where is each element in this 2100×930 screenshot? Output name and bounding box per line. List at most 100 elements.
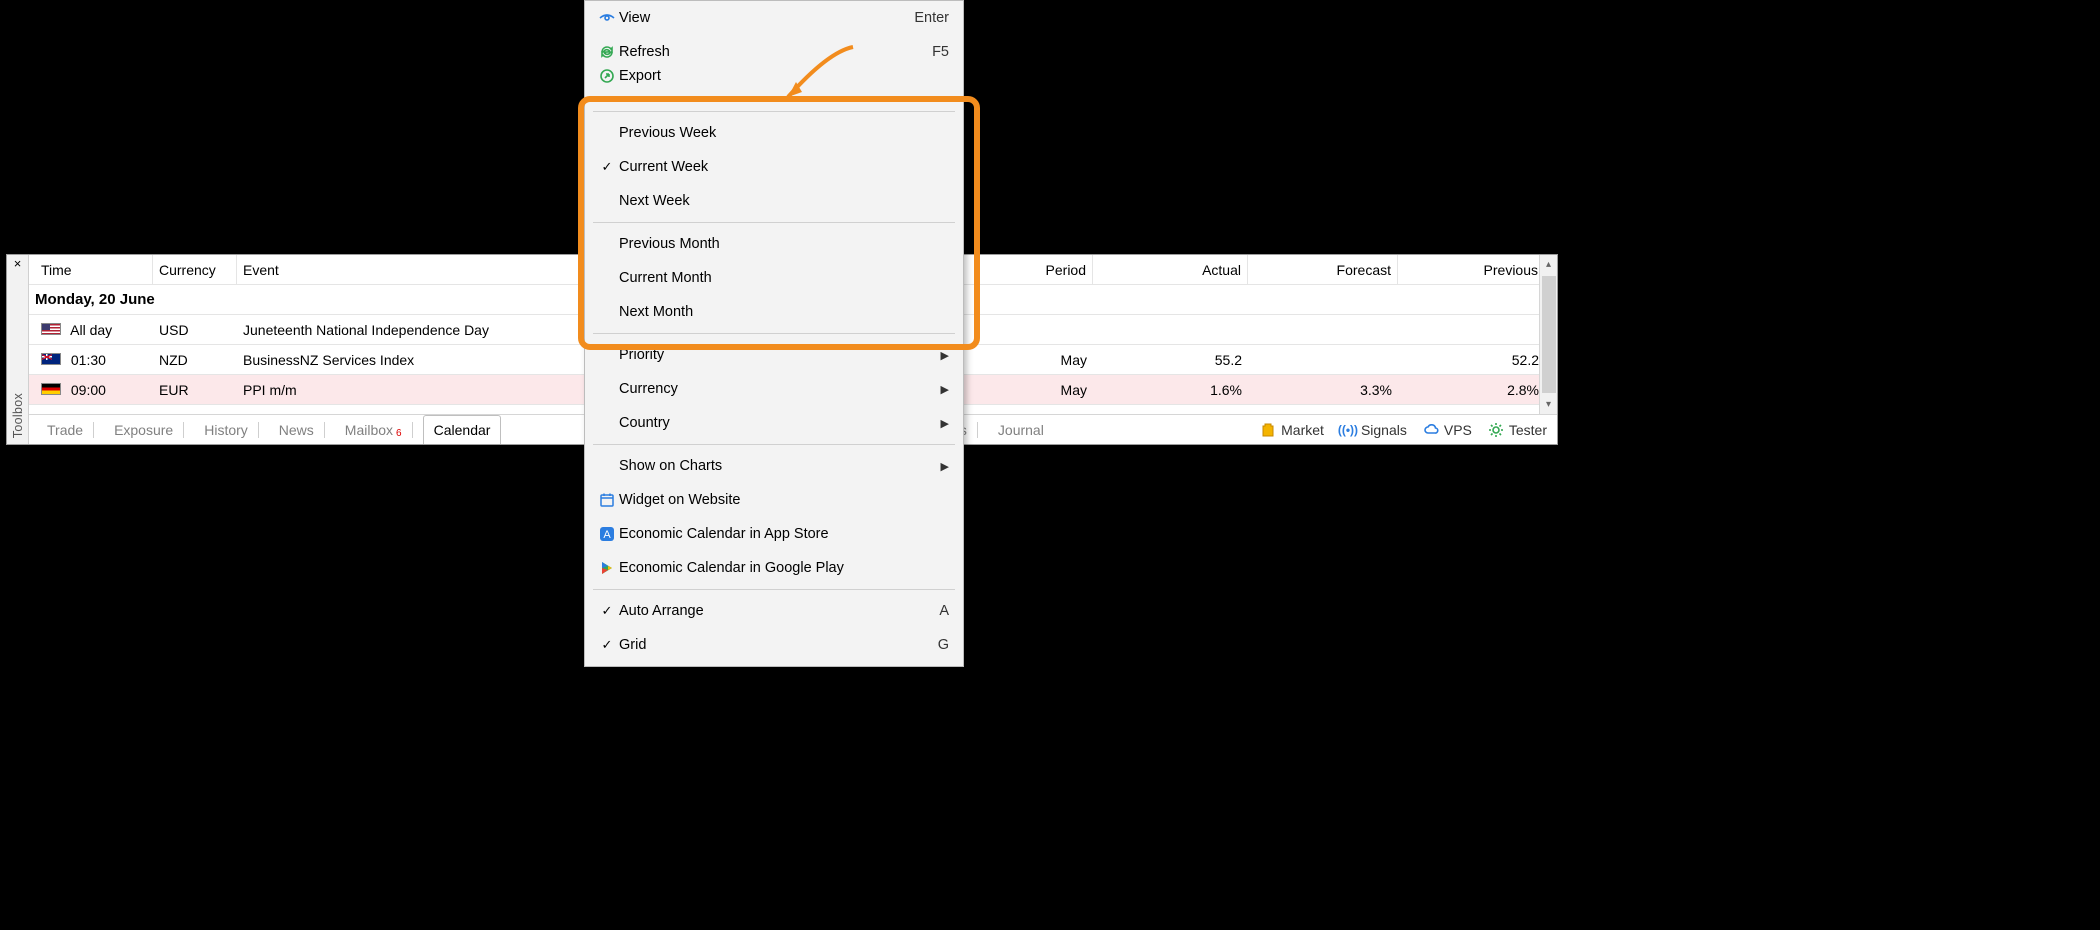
time-value: All day <box>70 322 112 338</box>
tab-journal[interactable]: Journal <box>988 415 1054 444</box>
menu-country[interactable]: Country ▶ <box>585 406 963 440</box>
panel-title: Toolbox <box>11 393 25 438</box>
menu-currency[interactable]: Currency ▶ <box>585 372 963 406</box>
col-actual[interactable]: Actual <box>1093 255 1248 284</box>
col-forecast[interactable]: Forecast <box>1248 255 1398 284</box>
status-market-label: Market <box>1281 422 1324 438</box>
menu-next-month[interactable]: Next Month <box>585 295 963 329</box>
submenu-arrow-icon: ▶ <box>941 417 949 430</box>
tab-news[interactable]: News <box>269 415 335 444</box>
googleplay-icon <box>595 560 619 576</box>
menu-priority[interactable]: Priority ▶ <box>585 338 963 372</box>
cell-currency: NZD <box>153 352 237 368</box>
menu-app-store-label: Economic Calendar in App Store <box>619 526 949 542</box>
menu-view-label: View <box>619 10 914 26</box>
menu-current-month[interactable]: Current Month <box>585 261 963 295</box>
menu-priority-label: Priority <box>619 347 941 363</box>
menu-auto-arrange-shortcut: A <box>939 603 949 619</box>
cell-time: All day <box>35 322 153 338</box>
menu-show-on-charts[interactable]: Show on Charts ▶ <box>585 449 963 483</box>
menu-next-month-label: Next Month <box>619 304 949 320</box>
submenu-arrow-icon: ▶ <box>941 460 949 473</box>
col-time[interactable]: Time <box>35 255 153 284</box>
vertical-scrollbar[interactable]: ▴ ▾ <box>1539 255 1557 414</box>
cell-actual: 55.2 <box>1093 352 1248 368</box>
menu-export[interactable]: Export <box>585 69 963 93</box>
cell-time: 09:00 <box>35 382 153 398</box>
cell-actual: 1.6% <box>1093 382 1248 398</box>
menu-show-on-charts-label: Show on Charts <box>619 458 941 474</box>
status-vps[interactable]: VPS <box>1423 422 1472 438</box>
menu-previous-week-label: Previous Week <box>619 125 949 141</box>
menu-next-week[interactable]: Next Week <box>585 184 963 218</box>
menu-previous-week[interactable]: Previous Week <box>585 116 963 150</box>
flag-us-icon <box>41 323 61 335</box>
status-tester-label: Tester <box>1509 422 1547 438</box>
submenu-arrow-icon: ▶ <box>941 349 949 362</box>
tab-calendar[interactable]: Calendar <box>423 415 502 444</box>
flag-de-icon <box>41 383 61 395</box>
cell-previous: 52.2 <box>1398 352 1545 368</box>
eye-icon <box>595 10 619 26</box>
cell-previous: 2.8% <box>1398 382 1545 398</box>
cell-forecast: 3.3% <box>1248 382 1398 398</box>
mailbox-badge: 6 <box>396 428 402 439</box>
cell-period: May <box>943 352 1093 368</box>
menu-widget-label: Widget on Website <box>619 492 949 508</box>
scroll-up-icon[interactable]: ▴ <box>1546 255 1551 274</box>
gear-icon <box>1488 422 1504 438</box>
menu-country-label: Country <box>619 415 941 431</box>
menu-view-shortcut: Enter <box>914 10 949 26</box>
menu-current-month-label: Current Month <box>619 270 949 286</box>
menu-separator <box>593 589 955 590</box>
tab-mailbox[interactable]: Mailbox 6 <box>335 415 423 444</box>
menu-previous-month-label: Previous Month <box>619 236 949 252</box>
svg-text:A: A <box>603 529 611 541</box>
refresh-icon <box>595 44 619 60</box>
tab-strip: Trade Exposure History News Mailbox 6 Ca… <box>29 415 501 444</box>
menu-next-week-label: Next Week <box>619 193 949 209</box>
status-bar: Market ((•)) Signals VPS Tester <box>1260 415 1557 444</box>
close-icon[interactable]: × <box>14 255 22 271</box>
menu-separator <box>593 444 955 445</box>
menu-app-store[interactable]: A Economic Calendar in App Store <box>585 517 963 551</box>
menu-view[interactable]: View Enter <box>585 1 963 35</box>
col-previous[interactable]: Previous <box>1398 255 1545 284</box>
menu-grid[interactable]: ✓ Grid G <box>585 628 963 662</box>
cell-time: 01:30 <box>35 352 153 368</box>
menu-grid-shortcut: G <box>938 637 949 653</box>
menu-separator <box>593 333 955 334</box>
menu-widget-on-website[interactable]: Widget on Website <box>585 483 963 517</box>
col-period[interactable]: Period <box>943 255 1093 284</box>
tab-exposure[interactable]: Exposure <box>104 415 194 444</box>
context-menu: View Enter Refresh F5 Export Previous We… <box>584 0 964 667</box>
calendar-icon <box>595 492 619 508</box>
time-value: 01:30 <box>71 352 106 368</box>
check-icon: ✓ <box>595 637 619 653</box>
menu-previous-month[interactable]: Previous Month <box>585 227 963 261</box>
appstore-icon: A <box>595 526 619 542</box>
menu-auto-arrange-label: Auto Arrange <box>619 603 939 619</box>
toolbox-header: × Toolbox <box>7 255 29 444</box>
menu-auto-arrange[interactable]: ✓ Auto Arrange A <box>585 594 963 628</box>
status-market[interactable]: Market <box>1260 422 1324 438</box>
status-vps-label: VPS <box>1444 422 1472 438</box>
status-tester[interactable]: Tester <box>1488 422 1547 438</box>
cell-period: May <box>943 382 1093 398</box>
menu-google-play[interactable]: Economic Calendar in Google Play <box>585 551 963 585</box>
menu-refresh[interactable]: Refresh F5 <box>585 35 963 69</box>
menu-refresh-label: Refresh <box>619 44 932 60</box>
status-signals[interactable]: ((•)) Signals <box>1340 422 1407 438</box>
menu-current-week[interactable]: ✓ Current Week <box>585 150 963 184</box>
menu-current-week-label: Current Week <box>619 159 949 175</box>
scroll-thumb[interactable] <box>1542 276 1556 393</box>
tab-trade[interactable]: Trade <box>37 415 104 444</box>
market-icon <box>1260 422 1276 438</box>
submenu-arrow-icon: ▶ <box>941 383 949 396</box>
col-currency[interactable]: Currency <box>153 255 237 284</box>
tab-history[interactable]: History <box>194 415 269 444</box>
status-signals-label: Signals <box>1361 422 1407 438</box>
previous-value: 52.2 <box>1512 352 1539 368</box>
menu-refresh-shortcut: F5 <box>932 44 949 60</box>
scroll-down-icon[interactable]: ▾ <box>1546 395 1551 414</box>
